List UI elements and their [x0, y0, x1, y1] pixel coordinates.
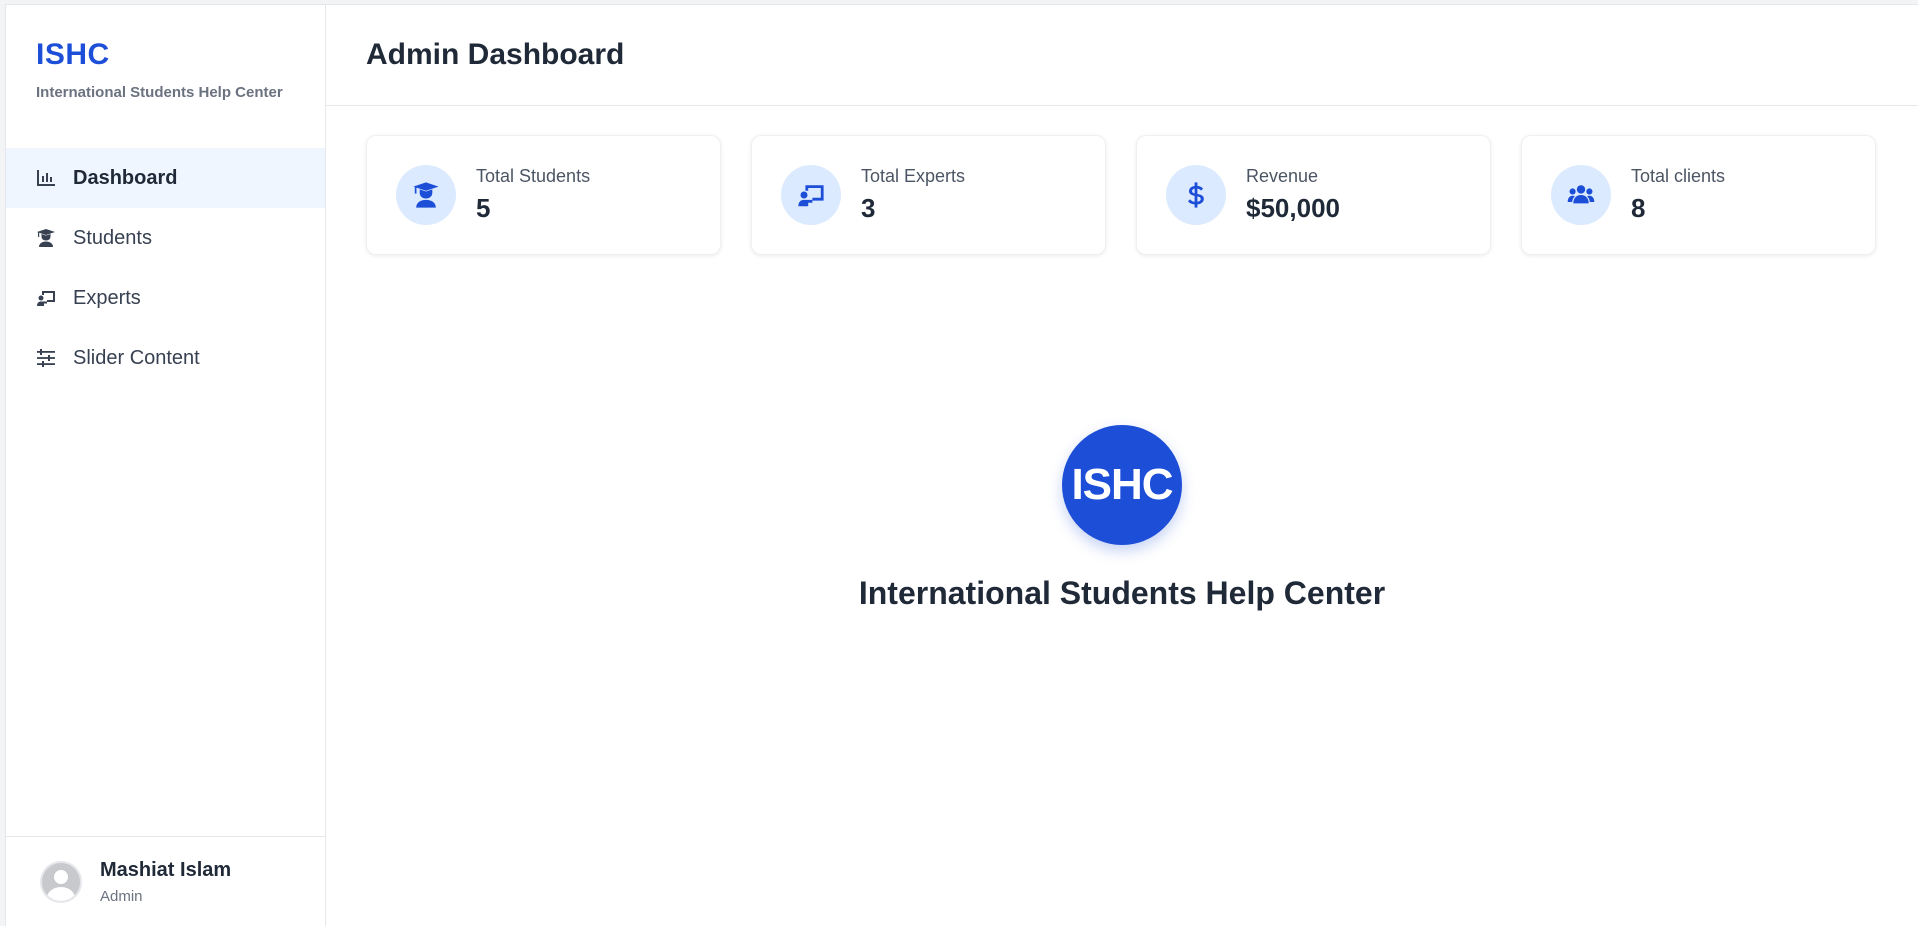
main-content: Admin Dashboard Total Students 5 Total E… [326, 5, 1918, 926]
stat-label: Revenue [1246, 166, 1319, 186]
user-role: Admin [100, 887, 143, 905]
sidebar-nav: Dashboard Students Experts Slider Conten… [6, 148, 325, 388]
stat-value: 3 [861, 193, 876, 223]
user-profile[interactable]: Mashiat Islam Admin [6, 836, 325, 926]
stat-card-revenue: Revenue $50,000 [1136, 135, 1491, 255]
brand-subtitle: International Students Help Center [36, 84, 283, 101]
sidebar: ISHC International Students Help Center … [6, 5, 326, 926]
stat-value: 5 [476, 193, 491, 223]
sidebar-item-label: Experts [73, 286, 141, 309]
graduate-icon [396, 165, 456, 225]
stat-value: $50,000 [1246, 193, 1340, 223]
stats-row: Total Students 5 Total Experts 3 Revenue… [326, 106, 1918, 255]
stat-label: Total clients [1631, 166, 1726, 186]
sidebar-item-experts[interactable]: Experts [6, 268, 325, 328]
hero: ISHC International Students Help Center [326, 425, 1918, 612]
stat-card-total-experts: Total Experts 3 [751, 135, 1106, 255]
brand: ISHC International Students Help Center [6, 5, 325, 148]
stat-label: Total Students [476, 166, 591, 186]
teacher-board-icon [35, 287, 57, 309]
chart-bar-icon [35, 167, 57, 189]
hero-title: International Students Help Center [858, 575, 1386, 611]
page-title: Admin Dashboard [366, 38, 625, 71]
sliders-icon [35, 347, 57, 369]
logo: ISHC [1062, 425, 1182, 545]
stat-card-total-students: Total Students 5 [366, 135, 721, 255]
sidebar-item-label: Students [73, 226, 152, 249]
teacher-board-icon [781, 165, 841, 225]
sidebar-item-slider-content[interactable]: Slider Content [6, 328, 325, 388]
user-name: Mashiat Islam [100, 858, 232, 881]
users-icon [1551, 165, 1611, 225]
avatar [40, 860, 82, 903]
sidebar-item-label: Dashboard [73, 166, 178, 189]
sidebar-item-students[interactable]: Students [6, 208, 325, 268]
dollar-icon [1166, 165, 1226, 225]
sidebar-item-dashboard[interactable]: Dashboard [6, 148, 325, 208]
app-window: ISHC International Students Help Center … [5, 4, 1918, 926]
stat-label: Total Experts [861, 166, 966, 186]
sidebar-item-label: Slider Content [73, 346, 200, 369]
stat-card-total-clients: Total clients 8 [1521, 135, 1876, 255]
brand-title[interactable]: ISHC [36, 38, 325, 72]
graduate-icon [35, 227, 57, 249]
stat-value: 8 [1631, 193, 1646, 223]
header: Admin Dashboard [326, 5, 1918, 106]
